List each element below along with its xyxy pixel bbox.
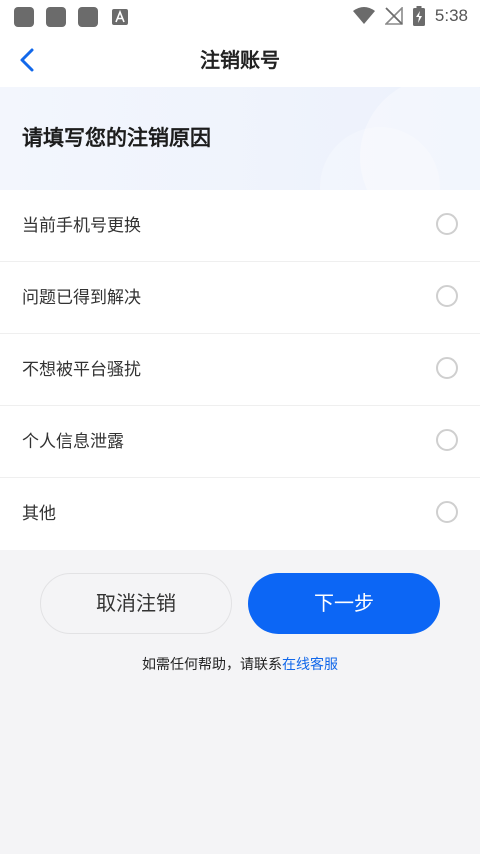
- reason-heading: 请填写您的注销原因: [22, 126, 211, 150]
- status-bar: 5:38: [0, 0, 480, 33]
- radio-button[interactable]: [436, 429, 458, 451]
- notification-square-icon: [78, 7, 98, 27]
- app-header: 注销账号: [0, 33, 480, 87]
- reason-label: 个人信息泄露: [22, 432, 124, 452]
- radio-button[interactable]: [436, 213, 458, 235]
- reason-option[interactable]: 不想被平台骚扰: [0, 334, 480, 406]
- cancel-deactivation-button[interactable]: 取消注销: [40, 573, 232, 634]
- radio-button[interactable]: [436, 501, 458, 523]
- reason-banner: 请填写您的注销原因: [0, 87, 480, 190]
- page-title: 注销账号: [200, 48, 280, 72]
- reason-option[interactable]: 其他: [0, 478, 480, 550]
- reason-option[interactable]: 当前手机号更换: [0, 190, 480, 262]
- chevron-left-icon[interactable]: [14, 46, 42, 74]
- online-service-link[interactable]: 在线客服: [282, 657, 338, 673]
- reason-option[interactable]: 问题已得到解决: [0, 262, 480, 334]
- no-signal-icon: [384, 7, 403, 25]
- notification-square-icon: [46, 7, 66, 27]
- help-prefix: 如需任何帮助，请联系: [142, 657, 282, 673]
- next-step-button[interactable]: 下一步: [248, 573, 440, 634]
- reason-option[interactable]: 个人信息泄露: [0, 406, 480, 478]
- reason-label: 不想被平台骚扰: [22, 360, 141, 380]
- radio-button[interactable]: [436, 285, 458, 307]
- reason-label: 问题已得到解决: [22, 288, 141, 308]
- reason-list: 当前手机号更换 问题已得到解决 不想被平台骚扰 个人信息泄露 其他: [0, 190, 480, 550]
- reason-label: 当前手机号更换: [22, 216, 141, 236]
- wifi-icon: [352, 7, 375, 24]
- notification-square-icon: [14, 7, 34, 27]
- a-app-icon: [112, 9, 128, 25]
- radio-button[interactable]: [436, 357, 458, 379]
- reason-label: 其他: [22, 504, 56, 524]
- help-text: 如需任何帮助，请联系在线客服: [0, 654, 480, 674]
- status-time: 5:38: [434, 6, 468, 25]
- battery-charging-icon: [412, 6, 425, 26]
